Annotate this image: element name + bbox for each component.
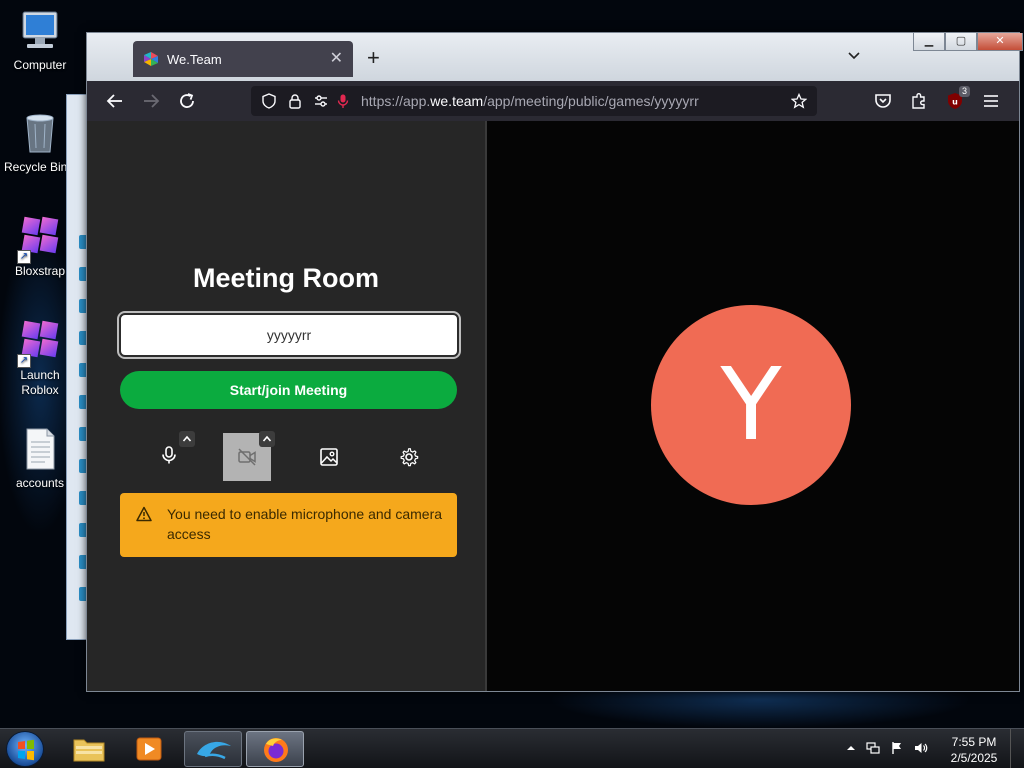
lock-icon[interactable] (287, 93, 303, 109)
bookmark-star-icon[interactable] (791, 93, 807, 109)
start-button[interactable] (6, 731, 44, 767)
extensions-puzzle-icon[interactable] (909, 91, 929, 111)
dolphin-icon (197, 741, 231, 760)
pocket-icon[interactable] (873, 91, 893, 111)
network-icon[interactable] (866, 741, 880, 755)
computer-icon (17, 8, 63, 54)
window-controls: ▁ ▢ ✕ (913, 33, 1023, 51)
tab-close-icon[interactable]: ✕ (330, 51, 343, 67)
new-tab-button[interactable]: + (367, 47, 380, 69)
close-window-button[interactable]: ✕ (977, 33, 1023, 51)
video-preview-panel: Y (487, 121, 1019, 691)
taskbar-firefox[interactable] (246, 731, 304, 767)
microphone-icon (162, 446, 176, 464)
microphone-blocked-icon[interactable] (335, 93, 351, 109)
firefox-icon (264, 738, 288, 762)
reload-icon[interactable] (177, 91, 197, 111)
start-join-meeting-button[interactable]: Start/join Meeting (120, 371, 457, 409)
microphone-options-button[interactable] (179, 431, 195, 447)
weteam-favicon-icon (144, 52, 158, 66)
shortcut-arrow-icon: ↗ (17, 250, 31, 264)
permission-warning-banner: You need to enable microphone and camera… (120, 493, 457, 557)
desktop-icon-computer[interactable]: Computer (0, 8, 80, 73)
folder-icon (73, 739, 105, 762)
clock-date: 2/5/2025 (950, 751, 998, 765)
settings-gear-icon (400, 448, 419, 467)
warning-text: You need to enable microphone and camera… (167, 506, 443, 542)
desktop-icon-label: Launch Roblox (20, 368, 60, 397)
taskbar-dolphin[interactable] (184, 731, 242, 767)
camera-options-button[interactable] (259, 431, 275, 447)
taskbar: 7:55 PM 2/5/2025 (0, 728, 1024, 768)
url-text[interactable]: https://app.we.team/app/meeting/public/g… (361, 93, 699, 109)
navigation-toolbar: https://app.we.team/app/meeting/public/g… (87, 81, 1019, 121)
shortcut-arrow-icon: ↗ (17, 354, 31, 368)
forward-arrow-icon[interactable] (141, 91, 161, 111)
background-image-button[interactable] (305, 433, 353, 481)
ublock-origin-extension[interactable]: u 3 (945, 86, 971, 111)
tab-title: We.Team (167, 51, 222, 67)
clock-time: 7:55 PM (951, 735, 997, 749)
user-avatar: Y (651, 305, 851, 505)
url-path: /app/meeting/public/games/yyyyyrr (483, 93, 699, 109)
minimize-button[interactable]: ▁ (913, 33, 945, 51)
roblox-icon: ↗ (17, 318, 63, 368)
page-title: Meeting Room (193, 263, 379, 293)
browser-titlebar[interactable]: We.Team ✕ + ▁ ▢ ✕ (87, 33, 1023, 81)
chevron-up-icon (182, 435, 192, 442)
show-desktop-button[interactable] (1010, 729, 1024, 768)
chevron-up-icon (262, 435, 272, 442)
system-clock[interactable]: 7:55 PM 2/5/2025 (944, 734, 1004, 766)
back-arrow-icon[interactable] (105, 91, 125, 111)
tab-list-chevron-icon[interactable] (845, 47, 863, 65)
url-host: we.team (430, 93, 484, 109)
browser-window: We.Team ✕ + ▁ ▢ ✕ https://app.we.team/ap… (86, 32, 1023, 692)
media-player-icon (136, 737, 162, 761)
volume-icon[interactable] (914, 741, 928, 755)
room-name-input[interactable] (117, 311, 461, 359)
text-file-icon (17, 426, 63, 472)
show-hidden-icons-chevron-icon[interactable] (844, 741, 858, 755)
settings-button[interactable] (385, 433, 433, 481)
address-bar[interactable]: https://app.we.team/app/meeting/public/g… (251, 86, 817, 116)
camera-off-icon (238, 448, 256, 466)
url-prefix: https://app. (361, 93, 431, 109)
desktop-icon-label: Computer (13, 58, 67, 72)
desktop-icon-label: Recycle Bin (4, 160, 68, 174)
permissions-icon[interactable] (313, 93, 329, 109)
hamburger-menu-icon[interactable] (981, 91, 1001, 111)
windows-logo-icon (18, 739, 34, 761)
warning-triangle-icon (136, 506, 152, 522)
taskbar-media-player[interactable] (120, 731, 178, 767)
svg-text:u: u (952, 98, 958, 107)
background-image-icon (320, 448, 338, 466)
recycle-bin-icon (17, 110, 63, 156)
shield-icon[interactable] (261, 93, 277, 109)
tab-weteam[interactable]: We.Team ✕ (133, 41, 353, 77)
bloxstrap-icon: ↗ (17, 214, 63, 264)
maximize-button[interactable]: ▢ (945, 33, 977, 51)
extension-badge-count: 3 (959, 86, 971, 97)
action-center-flag-icon[interactable] (890, 741, 904, 755)
meeting-setup-panel: Meeting Room Start/join Meeting (87, 121, 485, 691)
taskbar-file-explorer[interactable] (60, 731, 118, 767)
